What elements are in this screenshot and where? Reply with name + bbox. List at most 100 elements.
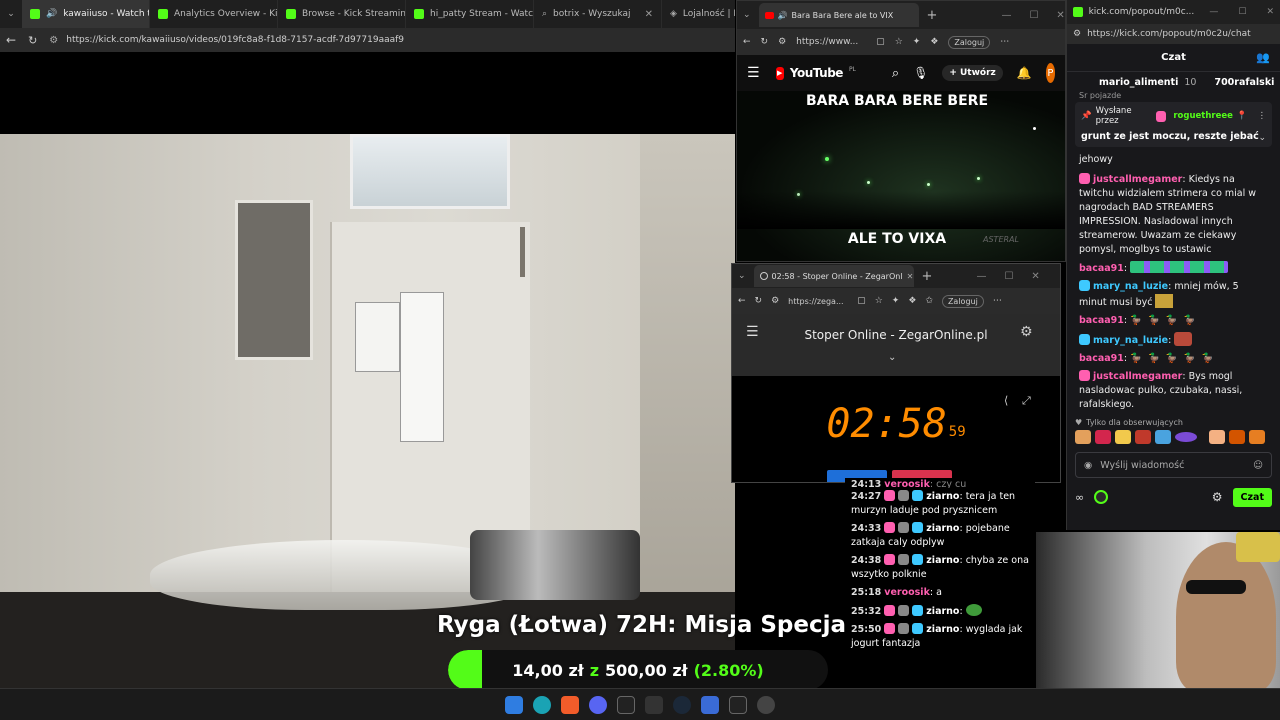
sw-tab[interactable]: 02:58 - Stoper Online - ZegarOnl ✕ [753,265,914,287]
menu-dots-icon[interactable]: ⋮ [1258,111,1267,121]
emote-icon[interactable] [1075,430,1091,444]
chevron-down-icon[interactable]: ⌄ [1258,133,1266,143]
maximize-icon[interactable]: ☐ [1029,10,1038,21]
username[interactable]: bacaa91 [1079,263,1124,274]
obs-icon[interactable] [757,695,775,714]
brave-icon[interactable] [561,695,579,714]
reader-icon[interactable]: ▢ [857,296,866,306]
unpin-icon[interactable]: 📍 [1237,111,1248,121]
emote-icon[interactable] [1135,430,1151,444]
tab-analytics[interactable]: Analytics Overview - Kick ✕ [150,0,278,28]
minimize-icon[interactable]: — [1001,10,1011,21]
favorite-icon[interactable]: ☆ [875,296,883,306]
close-window-icon[interactable]: ✕ [1056,10,1064,21]
close-window-icon[interactable]: ✕ [1266,7,1274,17]
maximize-icon[interactable]: ☐ [1004,271,1013,282]
collections-icon[interactable]: ❖ [930,37,938,47]
site-info-icon[interactable]: ⚙ [778,37,786,47]
tab-hi-patty[interactable]: hi_patty Stream - Watch ✕ [406,0,534,28]
create-button[interactable]: + Utwórz [942,65,1003,81]
app-icon[interactable] [617,695,635,714]
app-icon[interactable] [729,695,747,714]
back-icon[interactable]: ← [738,296,746,306]
emote-icon[interactable] [1095,430,1111,444]
url-field[interactable]: https://kick.com/kawaiiuso/videos/019fc8… [66,35,404,45]
site-info-icon[interactable]: ⚙ [49,35,58,46]
yt-tab[interactable]: 🔊 Bara Bara Bere ale to VIX [758,3,919,27]
username[interactable]: bacaa91 [1079,353,1124,364]
tab-lojalnosc[interactable]: ◈ Lojalność | Na [662,0,735,28]
stream-video[interactable] [0,52,735,688]
maximize-icon[interactable]: ☐ [1238,7,1246,17]
close-window-icon[interactable]: ✕ [1031,271,1039,282]
windows-start-icon[interactable] [505,695,523,714]
site-info-icon[interactable]: ⚙ [1073,29,1081,39]
emote-icon[interactable] [1209,430,1225,444]
tab-kawaiiuso[interactable]: 🔊 kawaiiuso - Watch th ✕ [22,0,150,28]
chat-input[interactable]: ◉ Wyślij wiadomość ☺ [1075,452,1272,478]
settings-gear-icon[interactable]: ⚙ [1020,324,1033,340]
emote-icon[interactable] [1155,430,1171,444]
epic-games-icon[interactable] [645,695,663,714]
pinned-message[interactable]: 📌 Wysłane przez roguethreee 📍 ⋮ grunt ze… [1075,102,1272,147]
emote-icon[interactable] [1115,430,1131,444]
youtube-logo-text[interactable]: YouTube [790,66,844,80]
steam-icon[interactable] [673,695,691,714]
edge-icon[interactable] [533,695,551,714]
menu-dots-icon[interactable]: ⋯ [1000,37,1009,47]
minimize-icon[interactable]: — [1209,7,1218,17]
login-button[interactable]: Zaloguj [941,294,984,308]
url-field[interactable]: https://zega... [788,297,848,306]
username[interactable]: mary_na_luzie [1093,335,1168,346]
minimize-icon[interactable]: — [976,271,986,282]
tab-list-chevron-icon[interactable]: ⌄ [0,0,22,28]
extension-icon[interactable]: ✦ [913,37,921,47]
youtube-logo-icon[interactable]: ▶ [775,66,784,80]
avatar[interactable]: P [1045,63,1055,83]
site-info-icon[interactable]: ⚙ [771,296,779,306]
chevron-down-icon[interactable]: ⌄ [888,352,896,363]
url-field[interactable]: https://www... [796,37,866,47]
close-tab-icon[interactable]: ✕ [645,9,653,20]
back-icon[interactable]: ← [6,33,16,47]
hamburger-icon[interactable]: ☰ [747,65,760,81]
collections-icon[interactable]: ❖ [908,296,916,306]
back-icon[interactable]: ← [743,37,751,47]
new-tab-icon[interactable]: + [922,269,933,284]
username[interactable]: bacaa91 [1079,315,1124,326]
yt-video-player[interactable]: BARA BARA BERE BERE ALE TO VIXA ASTERAL [737,91,1065,261]
emote-icon[interactable] [1249,430,1265,444]
app-icon[interactable] [701,695,719,714]
users-icon[interactable]: 👥 [1256,51,1270,64]
discord-icon[interactable] [589,695,607,714]
close-tab-icon[interactable]: ✕ [907,272,914,281]
reload-icon[interactable]: ↻ [761,37,769,47]
login-button[interactable]: Zaloguj [948,35,991,49]
reader-icon[interactable]: ▢ [876,37,885,47]
kick-logo-icon[interactable] [1094,490,1109,504]
tab-list-chevron-icon[interactable]: ⌄ [743,10,751,20]
favorites-bar-icon[interactable]: ✩ [925,296,933,306]
favorite-icon[interactable]: ☆ [895,37,903,47]
tab-list-chevron-icon[interactable]: ⌄ [738,271,746,281]
bell-icon[interactable]: 🔔 [1017,66,1032,80]
emote-icon[interactable] [1229,430,1245,444]
url-field[interactable]: https://kick.com/popout/m0c2u/chat [1087,29,1251,39]
new-tab-icon[interactable]: + [927,8,938,23]
tab-botrix[interactable]: ⌕ botrix - Wyszukaj ✕ [534,0,662,28]
username[interactable]: justcallmegamer [1093,174,1182,185]
menu-dots-icon[interactable]: ⋯ [993,296,1002,306]
reload-icon[interactable]: ↻ [28,34,37,47]
username[interactable]: justcallmegamer [1093,371,1182,382]
send-chat-button[interactable]: Czat [1232,487,1272,507]
mic-icon[interactable]: 🎙 [913,66,928,80]
tab-browse[interactable]: Browse - Kick Streaming ✕ [278,0,406,28]
emoji-icon[interactable]: ☺ [1253,460,1263,471]
search-icon[interactable]: ⌕ [892,66,899,81]
extension-icon[interactable]: ✦ [892,296,900,306]
username[interactable]: mary_na_luzie [1093,281,1168,292]
settings-gear-icon[interactable]: ⚙ [1212,490,1223,504]
emote-icon[interactable] [1175,432,1197,442]
points-icon[interactable]: ∞ [1075,491,1084,504]
reload-icon[interactable]: ↻ [755,296,763,306]
